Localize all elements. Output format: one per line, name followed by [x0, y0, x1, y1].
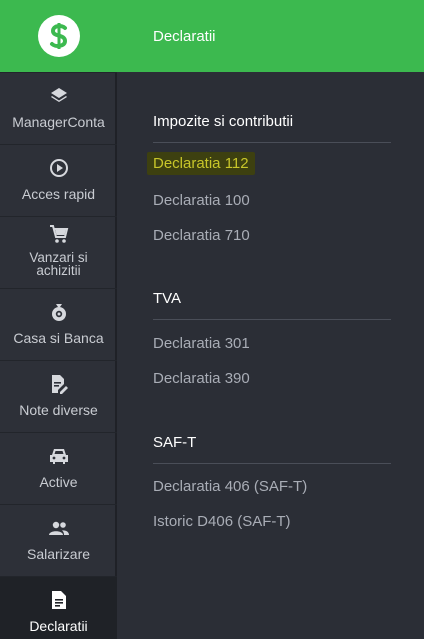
link-declaratia-390[interactable]: Declaratia 390 [153, 370, 250, 387]
dollar-icon [49, 23, 67, 49]
link-declaratia-301[interactable]: Declaratia 301 [153, 335, 250, 352]
sidebar-item-label: Casa si Banca [13, 330, 104, 346]
sidebar-item-note-diverse[interactable]: Note diverse [0, 360, 117, 432]
cart-icon [48, 223, 70, 245]
section-divider [153, 319, 391, 320]
sidebar-item-active[interactable]: Active [0, 432, 117, 504]
sidebar: ManagerConta Acces rapid Vanzari si achi… [0, 0, 117, 639]
money-bag-icon [48, 301, 70, 323]
page-title: Declaratii [153, 28, 216, 45]
sidebar-item-acces-rapid[interactable]: Acces rapid [0, 144, 117, 216]
section-title-saft: SAF-T [153, 434, 197, 451]
section-title-tva: TVA [153, 290, 182, 307]
logo-area[interactable] [0, 0, 117, 72]
sidebar-item-casa-banca[interactable]: Casa si Banca [0, 288, 117, 360]
link-declaratia-406[interactable]: Declaratia 406 (SAF-T) [153, 478, 307, 495]
section-divider [153, 142, 391, 143]
sidebar-item-vanzari[interactable]: Vanzari si achizitii [0, 216, 117, 288]
link-declaratia-100[interactable]: Declaratia 100 [153, 192, 250, 209]
logo [37, 15, 80, 57]
sidebar-item-label: Acces rapid [21, 186, 96, 202]
edit-document-icon [48, 373, 70, 395]
link-declaratia-710[interactable]: Declaratia 710 [153, 227, 250, 244]
declaratii-menu: Impozite si contributii Declaratia 112 D… [117, 72, 424, 639]
play-circle-icon [48, 157, 70, 179]
page-header: Declaratii [117, 0, 424, 72]
section-title-impozite: Impozite si contributii [153, 113, 294, 130]
link-declaratia-112[interactable]: Declaratia 112 [147, 152, 255, 175]
link-istoric-d406[interactable]: Istoric D406 (SAF-T) [153, 513, 291, 530]
sidebar-item-label: ManagerConta [12, 114, 105, 130]
sidebar-item-label: Active [39, 474, 78, 490]
document-icon [48, 589, 70, 611]
sidebar-item-label: Declaratii [29, 618, 88, 634]
sidebar-item-label: Salarizare [26, 546, 91, 562]
sidebar-item-label: Vanzari si achizitii [29, 250, 88, 278]
sidebar-item-declaratii[interactable]: Declaratii [0, 576, 117, 639]
layers-icon [48, 85, 70, 107]
sidebar-item-salarizare[interactable]: Salarizare [0, 504, 117, 576]
car-icon [48, 445, 70, 467]
sidebar-item-managerconta[interactable]: ManagerConta [0, 72, 117, 144]
section-divider [153, 463, 391, 464]
sidebar-item-label: Note diverse [19, 402, 98, 418]
people-icon [48, 517, 70, 539]
